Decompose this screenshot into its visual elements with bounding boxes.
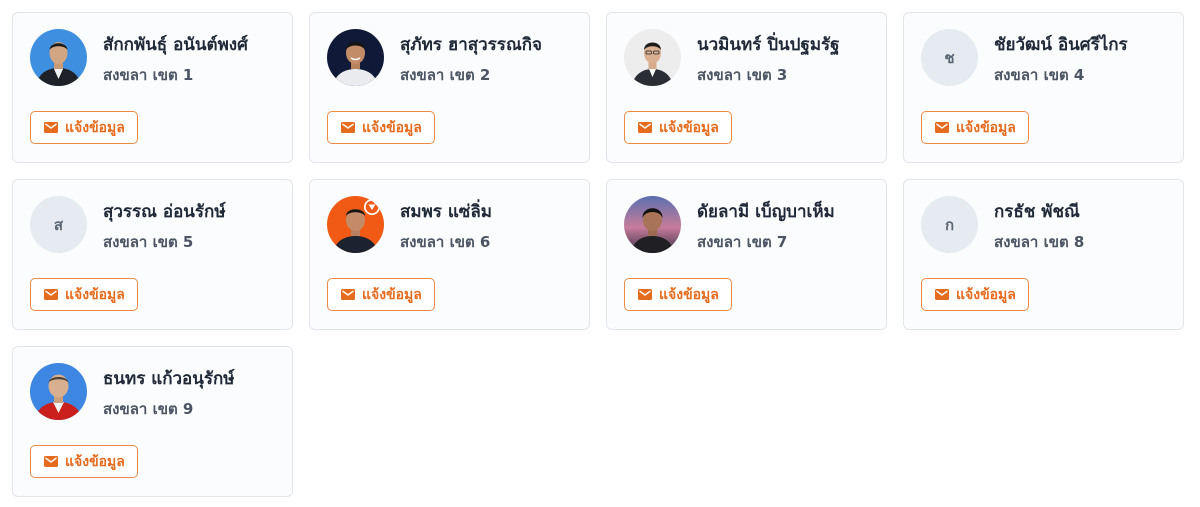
report-info-button[interactable]: แจ้งข้อมูล xyxy=(921,278,1029,311)
candidate-name: สักกพันธุ์ อนันต์พงศ์ xyxy=(103,35,248,55)
mail-icon xyxy=(935,289,949,300)
candidate-name: สุภัทร ฮาสุวรรณกิจ xyxy=(400,35,542,55)
candidate-grid: สักกพันธุ์ อนันต์พงศ์ สงขลา เขต 1 แจ้งข้… xyxy=(12,12,1184,497)
report-info-button[interactable]: แจ้งข้อมูล xyxy=(30,111,138,144)
candidate-photo xyxy=(624,29,681,86)
candidate-card: ช ชัยวัฒน์ อินศรีไกร สงขลา เขต 4 แจ้งข้อ… xyxy=(903,12,1184,163)
candidate-card: สุภัทร ฮาสุวรรณกิจ สงขลา เขต 2 แจ้งข้อมู… xyxy=(309,12,590,163)
candidate-district: สงขลา เขต 1 xyxy=(103,66,194,84)
candidate-photo xyxy=(624,196,681,253)
report-info-label: แจ้งข้อมูล xyxy=(659,286,719,303)
candidate-district: สงขลา เขต 9 xyxy=(103,400,194,418)
avatar-initial: ก xyxy=(921,196,978,253)
mail-icon xyxy=(44,289,58,300)
report-info-label: แจ้งข้อมูล xyxy=(65,453,125,470)
mail-icon xyxy=(935,122,949,133)
report-info-label: แจ้งข้อมูล xyxy=(659,119,719,136)
candidate-card: สมพร แซ่ลิ่ม สงขลา เขต 6 แจ้งข้อมูล xyxy=(309,179,590,330)
candidate-card: ดัยลามี เบ็ญบาเห็ม สงขลา เขต 7 แจ้งข้อมู… xyxy=(606,179,887,330)
candidate-photo xyxy=(327,196,384,253)
candidate-name: ธนทร แก้วอนุรักษ์ xyxy=(103,369,235,389)
avatar xyxy=(30,363,87,420)
candidate-district: สงขลา เขต 7 xyxy=(697,233,788,251)
candidate-district: สงขลา เขต 2 xyxy=(400,66,491,84)
avatar xyxy=(327,29,384,86)
avatar xyxy=(624,29,681,86)
candidate-district: สงขลา เขต 4 xyxy=(994,66,1085,84)
report-info-label: แจ้งข้อมูล xyxy=(65,286,125,303)
report-info-button[interactable]: แจ้งข้อมูล xyxy=(30,445,138,478)
mail-icon xyxy=(638,289,652,300)
report-info-label: แจ้งข้อมูล xyxy=(362,119,422,136)
candidate-name: กรธัช พัชณี xyxy=(994,202,1080,222)
mail-icon xyxy=(44,456,58,467)
candidate-name: สุวรรณ อ่อนรักษ์ xyxy=(103,202,226,222)
avatar-initial: ช xyxy=(921,29,978,86)
avatar-initial: ส xyxy=(30,196,87,253)
candidate-district: สงขลา เขต 6 xyxy=(400,233,491,251)
candidate-card: สักกพันธุ์ อนันต์พงศ์ สงขลา เขต 1 แจ้งข้… xyxy=(12,12,293,163)
candidate-card: ส สุวรรณ อ่อนรักษ์ สงขลา เขต 5 แจ้งข้อมู… xyxy=(12,179,293,330)
report-info-label: แจ้งข้อมูล xyxy=(65,119,125,136)
report-info-button[interactable]: แจ้งข้อมูล xyxy=(30,278,138,311)
report-info-label: แจ้งข้อมูล xyxy=(956,119,1016,136)
mail-icon xyxy=(44,122,58,133)
report-info-button[interactable]: แจ้งข้อมูล xyxy=(921,111,1029,144)
report-info-button[interactable]: แจ้งข้อมูล xyxy=(327,278,435,311)
candidate-photo xyxy=(327,29,384,86)
mail-icon xyxy=(638,122,652,133)
report-info-button[interactable]: แจ้งข้อมูล xyxy=(327,111,435,144)
avatar xyxy=(624,196,681,253)
candidate-district: สงขลา เขต 3 xyxy=(697,66,788,84)
candidate-photo xyxy=(30,363,87,420)
report-info-label: แจ้งข้อมูล xyxy=(362,286,422,303)
candidate-name: นวมินทร์ ปิ่นปฐมรัฐ xyxy=(697,35,840,55)
candidate-name: ชัยวัฒน์ อินศรีไกร xyxy=(994,35,1128,55)
avatar xyxy=(327,196,384,253)
candidate-card: ก กรธัช พัชณี สงขลา เขต 8 แจ้งข้อมูล xyxy=(903,179,1184,330)
candidate-name: ดัยลามี เบ็ญบาเห็ม xyxy=(697,202,835,222)
report-info-button[interactable]: แจ้งข้อมูล xyxy=(624,278,732,311)
candidate-photo xyxy=(30,29,87,86)
candidate-card: นวมินทร์ ปิ่นปฐมรัฐ สงขลา เขต 3 แจ้งข้อม… xyxy=(606,12,887,163)
candidate-district: สงขลา เขต 8 xyxy=(994,233,1085,251)
avatar xyxy=(30,29,87,86)
report-info-button[interactable]: แจ้งข้อมูล xyxy=(624,111,732,144)
candidate-district: สงขลา เขต 5 xyxy=(103,233,194,251)
mail-icon xyxy=(341,289,355,300)
candidate-name: สมพร แซ่ลิ่ม xyxy=(400,202,492,222)
candidate-card: ธนทร แก้วอนุรักษ์ สงขลา เขต 9 แจ้งข้อมูล xyxy=(12,346,293,497)
report-info-label: แจ้งข้อมูล xyxy=(956,286,1016,303)
mail-icon xyxy=(341,122,355,133)
